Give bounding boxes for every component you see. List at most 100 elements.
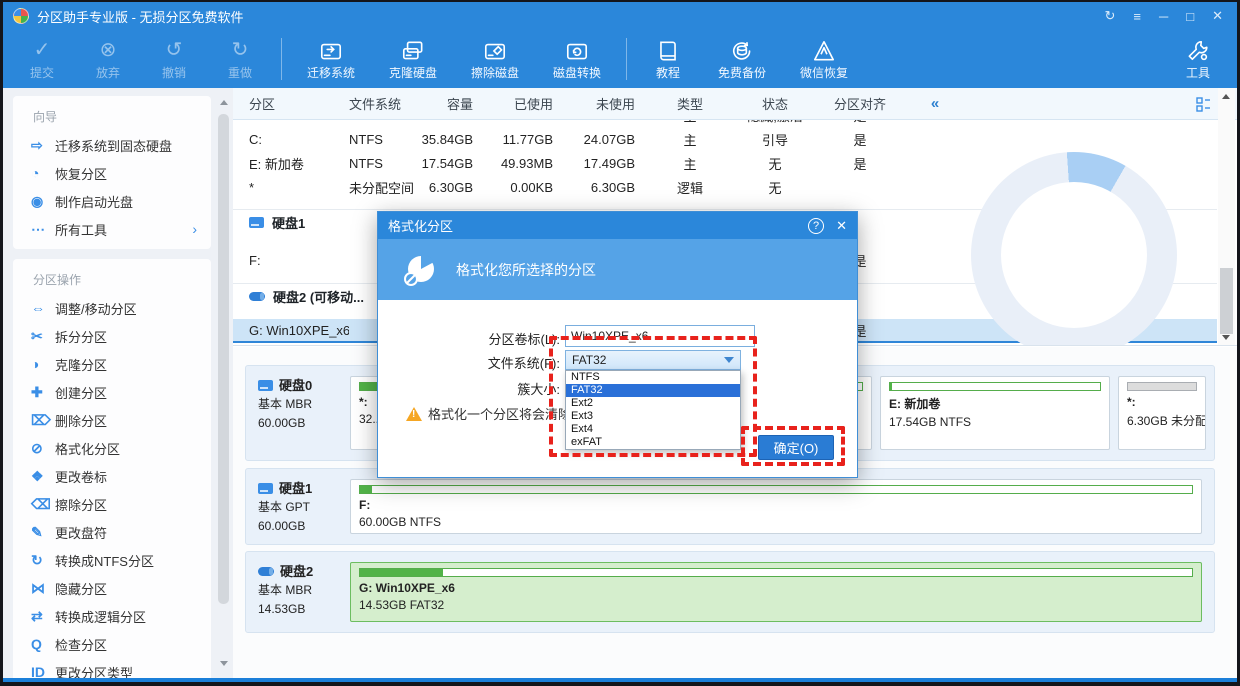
migrate-system-button[interactable]: 迁移系统 <box>290 33 372 85</box>
sidebar-item-hide-partition[interactable]: ⋈隐藏分区 <box>13 574 211 602</box>
migrate-system-label: 迁移系统 <box>307 64 355 81</box>
sidebar-item-wipe-partition[interactable]: ⌫擦除分区 <box>13 490 211 518</box>
sidebar-item-change-partition-type[interactable]: ID更改分区类型 <box>13 658 211 678</box>
sidebar-item-make-boot-disc[interactable]: ◉ 制作启动光盘 <box>13 187 211 215</box>
disk0-info: 硬盘0 基本 MBR 60.00GB <box>258 376 350 450</box>
item-label: 检查分区 <box>55 635 107 654</box>
view-toggle-icon[interactable] <box>1196 97 1211 115</box>
scrollbar-thumb[interactable] <box>1220 268 1233 334</box>
dialog-banner: 格式化您所选择的分区 <box>378 239 857 300</box>
table-scrollbar[interactable] <box>1218 88 1235 346</box>
menu-icon[interactable]: ≡ <box>1133 9 1141 24</box>
col-filesystem[interactable]: 文件系统 <box>349 94 413 113</box>
scroll-down-icon[interactable] <box>1222 335 1230 340</box>
sidebar-item-split[interactable]: ✂拆分分区 <box>13 322 211 350</box>
scrollbar-thumb[interactable] <box>218 114 229 604</box>
sidebar: 向导 ⇨ 迁移系统到固态硬盘 ◔ 恢复分区 ◉ 制作启动光盘 ⋯ 所有工具 › … <box>3 88 233 678</box>
scroll-down-icon[interactable] <box>220 661 228 666</box>
col-used[interactable]: 已使用 <box>473 94 553 113</box>
sidebar-scrollbar[interactable] <box>217 92 231 674</box>
sidebar-section-partition-ops: 分区操作 ⇔调整/移动分区 ✂拆分分区 ◑克隆分区 ✚创建分区 ⌦删除分区 ⊘格… <box>13 259 211 678</box>
wipe-partition-icon: ⌫ <box>31 496 55 513</box>
sidebar-item-format-partition[interactable]: ⊘格式化分区 <box>13 434 211 462</box>
col-alignment[interactable]: 分区对齐 <box>805 94 915 113</box>
redo-icon: ↻ <box>232 38 249 64</box>
item-label: 迁移系统到固态硬盘 <box>55 136 172 155</box>
col-status[interactable]: 状态 <box>745 94 805 113</box>
disk-row-2: 硬盘2 基本 MBR 14.53GB G: Win10XPE_x6 14.53G… <box>245 551 1215 633</box>
window-title: 分区助手专业版 - 无损分区免费软件 <box>37 7 244 26</box>
close-button[interactable]: ✕ <box>1212 8 1223 24</box>
refresh-icon[interactable]: ↻ <box>1105 8 1116 24</box>
help-icon[interactable]: ? <box>808 218 824 234</box>
free-backup-label: 免费备份 <box>718 64 766 81</box>
minimize-button[interactable]: ─ <box>1159 9 1168 24</box>
backup-icon <box>729 38 755 64</box>
convert-disk-icon <box>564 38 590 64</box>
scroll-up-icon[interactable] <box>220 100 228 105</box>
table-header: 分区 文件系统 容量 已使用 未使用 类型 状态 分区对齐 « <box>233 88 1237 120</box>
sidebar-item-clone-partition[interactable]: ◑克隆分区 <box>13 350 211 378</box>
resize-move-icon: ⇔ <box>31 300 55 316</box>
group-label: 硬盘1 <box>272 213 305 232</box>
item-label: 创建分区 <box>55 383 107 402</box>
item-label: 更改卷标 <box>55 467 107 486</box>
col-unused[interactable]: 未使用 <box>553 94 635 113</box>
free-backup-button[interactable]: 免费备份 <box>701 33 783 85</box>
wechat-recovery-button[interactable]: 微信恢复 <box>783 33 865 85</box>
sidebar-item-recover-partition[interactable]: ◔ 恢复分区 <box>13 159 211 187</box>
clone-disk-button[interactable]: 克隆硬盘 <box>372 33 454 85</box>
col-type[interactable]: 类型 <box>635 94 745 113</box>
disk-size: 60.00GB <box>258 517 350 536</box>
toolbar-separator <box>626 38 627 80</box>
sidebar-item-check-partition[interactable]: Q检查分区 <box>13 630 211 658</box>
item-label: 拆分分区 <box>55 327 107 346</box>
disk-name: 硬盘0 <box>279 376 312 395</box>
disk-style: 基本 MBR <box>258 395 350 414</box>
partition-block-e[interactable]: E: 新加卷 17.54GB NTFS <box>880 376 1110 450</box>
partition-info: 17.54GB NTFS <box>889 415 1101 429</box>
annotation-box-dropdown <box>549 336 757 457</box>
chevron-right-icon: › <box>192 221 197 237</box>
col-partition[interactable]: 分区 <box>233 94 349 113</box>
sidebar-item-change-drive-letter[interactable]: ✎更改盘符 <box>13 518 211 546</box>
partition-block-f[interactable]: F: 60.00GB NTFS <box>350 479 1202 534</box>
item-label: 转换成NTFS分区 <box>55 551 154 570</box>
tutorial-button[interactable]: 教程 <box>635 33 701 85</box>
item-label: 转换成逻辑分区 <box>55 607 146 626</box>
undo-icon: ↺ <box>166 38 183 64</box>
disk-icon <box>258 483 273 494</box>
sidebar-item-convert-logical[interactable]: ⇄转换成逻辑分区 <box>13 602 211 630</box>
partition-info: 14.53GB FAT32 <box>359 598 1193 612</box>
wipe-disk-button[interactable]: 擦除磁盘 <box>454 33 536 85</box>
sidebar-item-resize-move[interactable]: ⇔调整/移动分区 <box>13 294 211 322</box>
split-icon: ✂ <box>31 328 55 345</box>
partition-block-g-selected[interactable]: G: Win10XPE_x6 14.53GB FAT32 <box>350 562 1202 622</box>
tools-button[interactable]: 工具 <box>1165 33 1231 85</box>
partition-block-unallocated[interactable]: *: 6.30GB 未分配... <box>1118 376 1206 450</box>
sidebar-item-delete-partition[interactable]: ⌦删除分区 <box>13 406 211 434</box>
disk-size: 60.00GB <box>258 414 350 433</box>
section-title: 向导 <box>13 100 211 131</box>
convert-disk-button[interactable]: 磁盘转换 <box>536 33 618 85</box>
sidebar-item-all-tools[interactable]: ⋯ 所有工具 › <box>13 215 211 243</box>
usage-bar <box>359 568 1193 577</box>
sidebar-item-create-partition[interactable]: ✚创建分区 <box>13 378 211 406</box>
wechat-recovery-label: 微信恢复 <box>800 64 848 81</box>
convert-ntfs-icon: ↻ <box>31 552 55 569</box>
disk-row-1: 硬盘1 基本 GPT 60.00GB F: 60.00GB NTFS <box>245 468 1215 545</box>
maximize-button[interactable]: □ <box>1186 9 1194 24</box>
table-row-c[interactable]: C:NTFS35.84GB11.77GB24.07GB主引导是 <box>233 127 1217 151</box>
wipe-disk-icon <box>482 38 508 64</box>
scroll-up-icon[interactable] <box>1222 94 1230 99</box>
sidebar-item-convert-ntfs[interactable]: ↻转换成NTFS分区 <box>13 546 211 574</box>
sidebar-item-migrate-to-ssd[interactable]: ⇨ 迁移系统到固态硬盘 <box>13 131 211 159</box>
redo-label: 重做 <box>228 64 252 81</box>
toolbar: ✓ 提交 ⊗ 放弃 ↺ 撤销 ↻ 重做 迁移系统 克隆硬盘 <box>3 30 1237 88</box>
clone-disk-icon <box>400 38 426 64</box>
collapse-columns-icon[interactable]: « <box>915 95 955 112</box>
col-capacity[interactable]: 容量 <box>413 94 473 113</box>
sidebar-item-change-label[interactable]: ❖更改卷标 <box>13 462 211 490</box>
dialog-close-icon[interactable]: ✕ <box>836 218 847 234</box>
clone-partition-icon: ◑ <box>31 356 55 372</box>
